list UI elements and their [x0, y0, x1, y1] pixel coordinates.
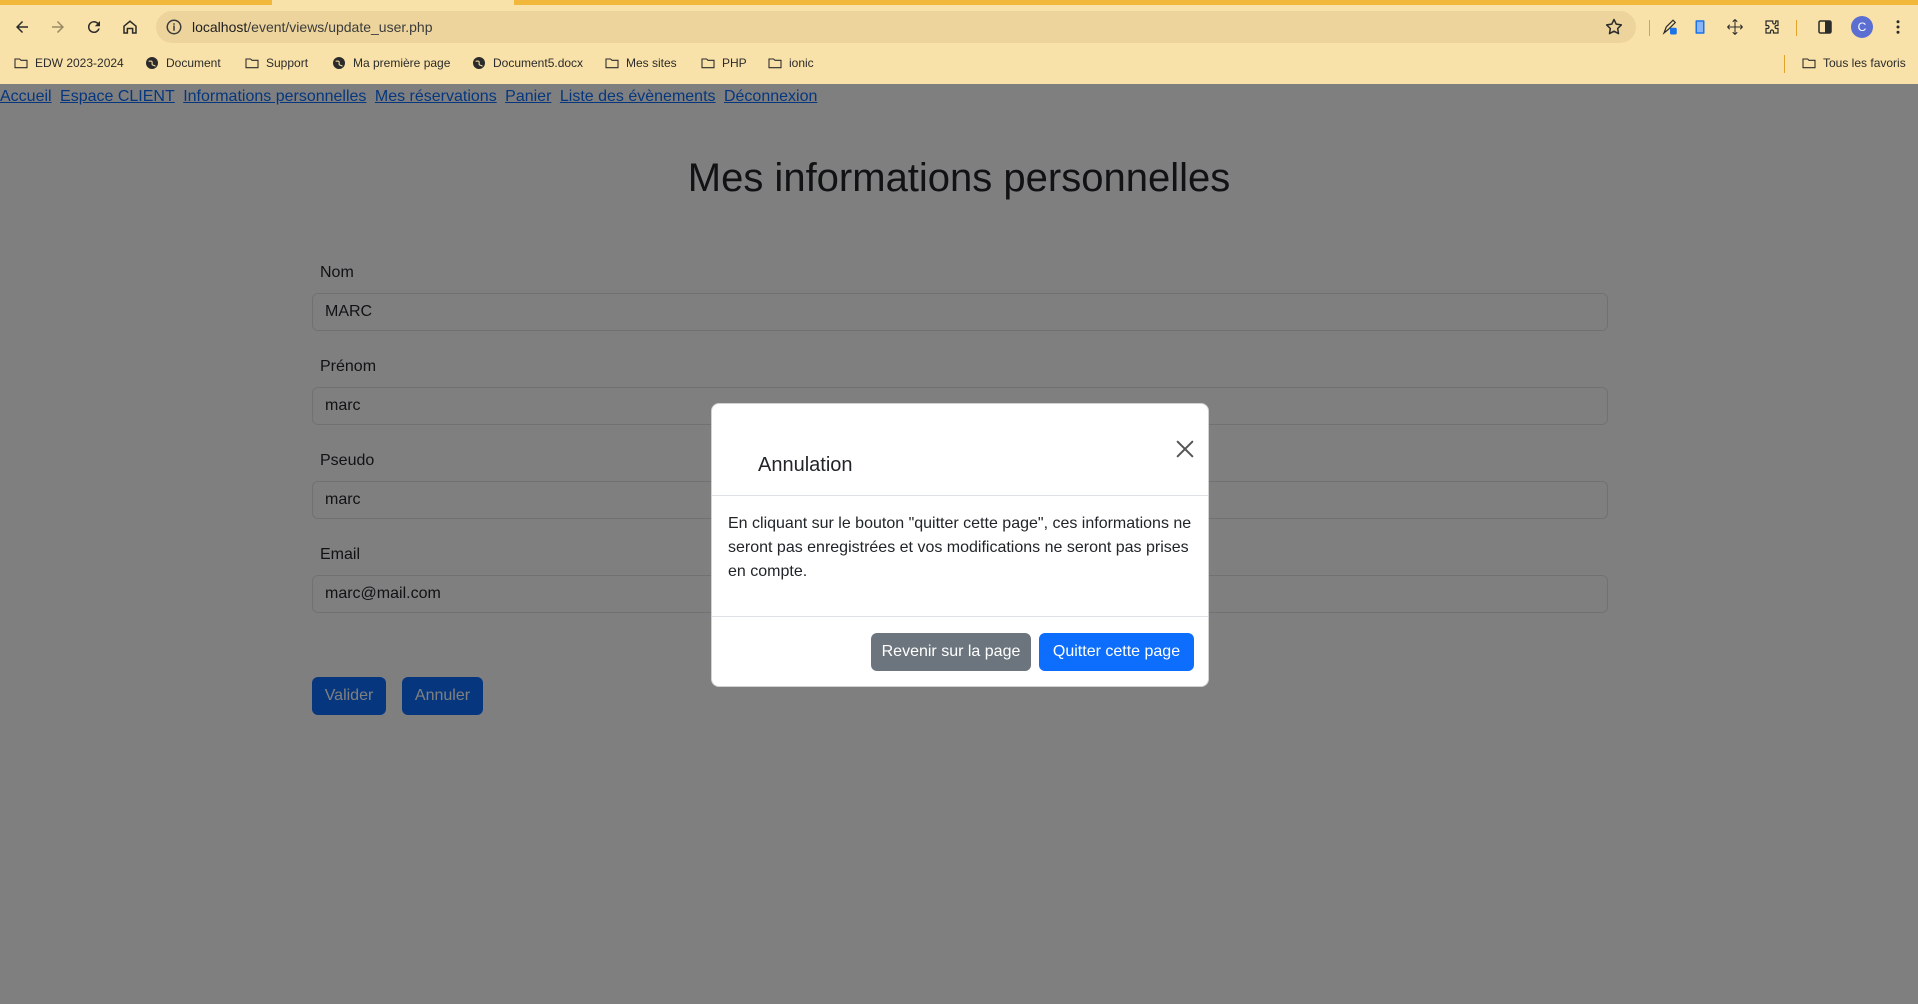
menu-kebab-icon[interactable]: [1884, 13, 1912, 41]
globe-icon: [146, 57, 158, 69]
bookmark-item[interactable]: EDW 2023-2024: [13, 55, 124, 71]
globe-icon: [333, 57, 345, 69]
bookmark-item[interactable]: PHP: [700, 55, 747, 71]
back-icon[interactable]: [7, 12, 37, 42]
extension-pen-icon[interactable]: [1656, 13, 1684, 41]
modal-footer-divider: [712, 616, 1208, 617]
folder-icon: [14, 58, 28, 69]
tab-strip: [0, 0, 1918, 5]
forward-icon[interactable]: [43, 12, 73, 42]
bookmarks-bar: EDW 2023-2024 Document Support Ma premiè…: [0, 50, 1918, 78]
close-icon[interactable]: [1174, 438, 1196, 460]
all-bookmarks[interactable]: Tous les favoris: [1801, 55, 1906, 71]
profile-avatar[interactable]: C: [1851, 16, 1873, 38]
toolbar-separator: [1796, 20, 1797, 36]
bookmark-item[interactable]: Mes sites: [604, 55, 677, 71]
modal-message: En cliquant sur le bouton "quitter cette…: [728, 515, 1192, 580]
side-panel-icon[interactable]: [1811, 13, 1839, 41]
bookmark-item[interactable]: Document: [144, 55, 221, 71]
cancel-confirmation-modal: Annulation En cliquant sur le bouton "qu…: [711, 403, 1209, 687]
folder-icon: [701, 58, 715, 69]
bookmark-item[interactable]: Support: [244, 55, 308, 71]
extension-book-icon[interactable]: [1686, 13, 1714, 41]
quitter-button[interactable]: Quitter cette page: [1039, 633, 1194, 671]
revenir-button[interactable]: Revenir sur la page: [871, 633, 1031, 671]
folder-icon: [245, 58, 259, 69]
globe-icon: [473, 57, 485, 69]
active-tab[interactable]: [272, 0, 514, 5]
folder-icon: [605, 58, 619, 69]
address-bar[interactable]: localhost/event/views/update_user.php: [156, 11, 1636, 43]
bookmark-star-icon[interactable]: [1604, 17, 1624, 37]
bookmark-item[interactable]: ionic: [767, 55, 814, 71]
site-info-icon[interactable]: [165, 18, 183, 36]
home-icon[interactable]: [115, 12, 145, 42]
browser-chrome: localhost/event/views/update_user.php C …: [0, 0, 1918, 84]
bookmark-item[interactable]: Ma première page: [331, 55, 450, 71]
browser-toolbar: localhost/event/views/update_user.php C: [0, 6, 1918, 48]
bookmark-item[interactable]: Document5.docx: [471, 55, 583, 71]
modal-header: Annulation: [712, 404, 1208, 496]
reload-icon[interactable]: [79, 12, 109, 42]
bookmarks-divider: [1784, 55, 1785, 73]
url-text: localhost/event/views/update_user.php: [192, 19, 433, 35]
extensions-puzzle-icon[interactable]: [1758, 13, 1786, 41]
extension-move-icon[interactable]: [1721, 13, 1749, 41]
folder-icon: [1802, 58, 1816, 69]
modal-title: Annulation: [758, 454, 853, 476]
folder-icon: [768, 58, 782, 69]
toolbar-separator: [1649, 20, 1650, 36]
